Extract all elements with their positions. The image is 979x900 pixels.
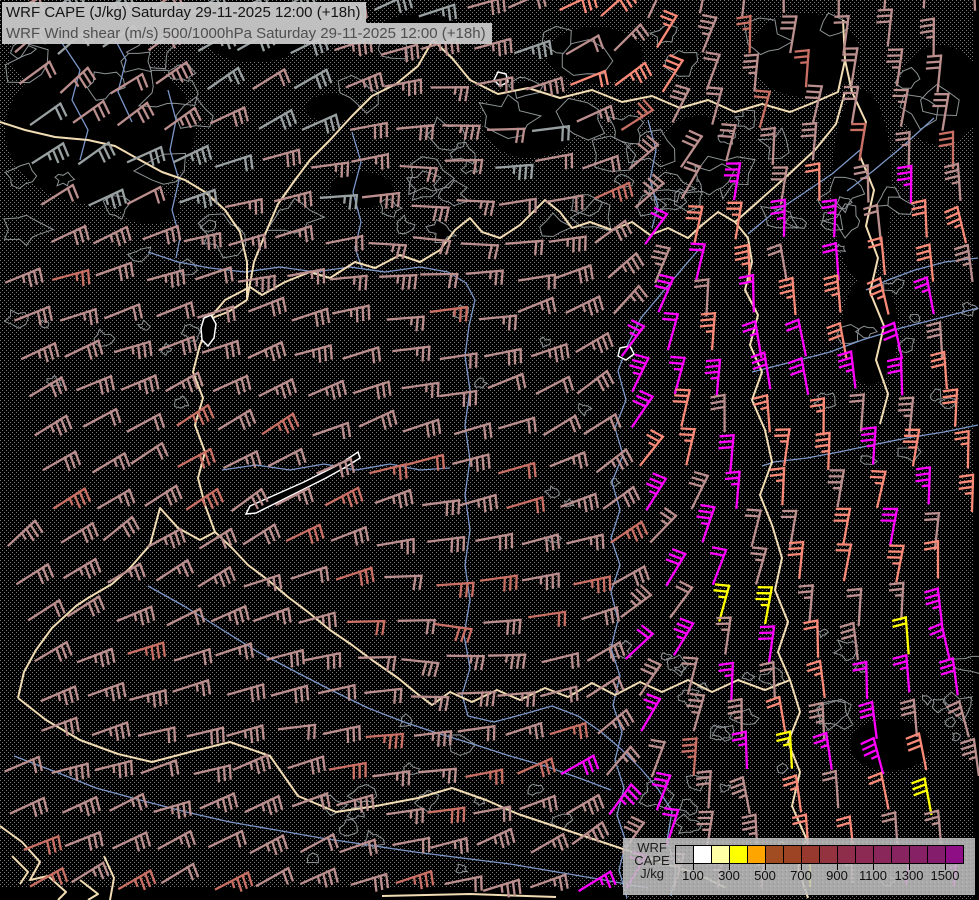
map-title-cape: WRF CAPE (J/kg) Saturday 29-11-2025 12:0…: [2, 2, 367, 23]
legend-tick-label: 300: [718, 868, 740, 883]
legend-cell: [783, 845, 802, 864]
legend-tick-label: 1100: [859, 868, 887, 883]
legend-tick-label: 1300: [894, 868, 924, 883]
legend-cell: [819, 845, 838, 864]
legend-title-unit: J/kg: [640, 866, 664, 881]
legend-tick-label: 500: [754, 868, 776, 883]
legend-tick-label: 900: [826, 868, 848, 883]
black-patch: [120, 192, 180, 224]
map-canvas: [0, 0, 979, 900]
legend-cell: [873, 845, 892, 864]
legend-colorbar: [675, 845, 964, 864]
legend-cell: [675, 845, 694, 864]
legend-cell: [729, 845, 748, 864]
legend-cell: [909, 845, 928, 864]
legend-cell: [855, 845, 874, 864]
legend-tick-label: 1500: [930, 868, 960, 883]
legend-cell: [747, 845, 766, 864]
map-title-windshear: WRF Wind shear (m/s) 500/1000hPa Saturda…: [2, 23, 492, 44]
legend-tick-label: 700: [790, 868, 812, 883]
black-patch: [330, 172, 394, 208]
legend-cell: [765, 845, 784, 864]
legend-cell: [837, 845, 856, 864]
cape-legend: WRF CAPE J/kg 100 300 500 700 900 1100 1300 150…: [623, 838, 975, 895]
legend-cell: [711, 845, 730, 864]
legend-cell: [945, 845, 964, 864]
legend-cell: [927, 845, 946, 864]
legend-cell: [693, 845, 712, 864]
legend-title: WRF CAPE J/kg: [631, 841, 673, 880]
legend-cell: [801, 845, 820, 864]
legend-cell: [891, 845, 910, 864]
weather-map: WRF CAPE (J/kg) Saturday 29-11-2025 12:0…: [0, 0, 979, 900]
legend-tick-label: 100: [682, 868, 704, 883]
black-patch: [850, 719, 930, 771]
